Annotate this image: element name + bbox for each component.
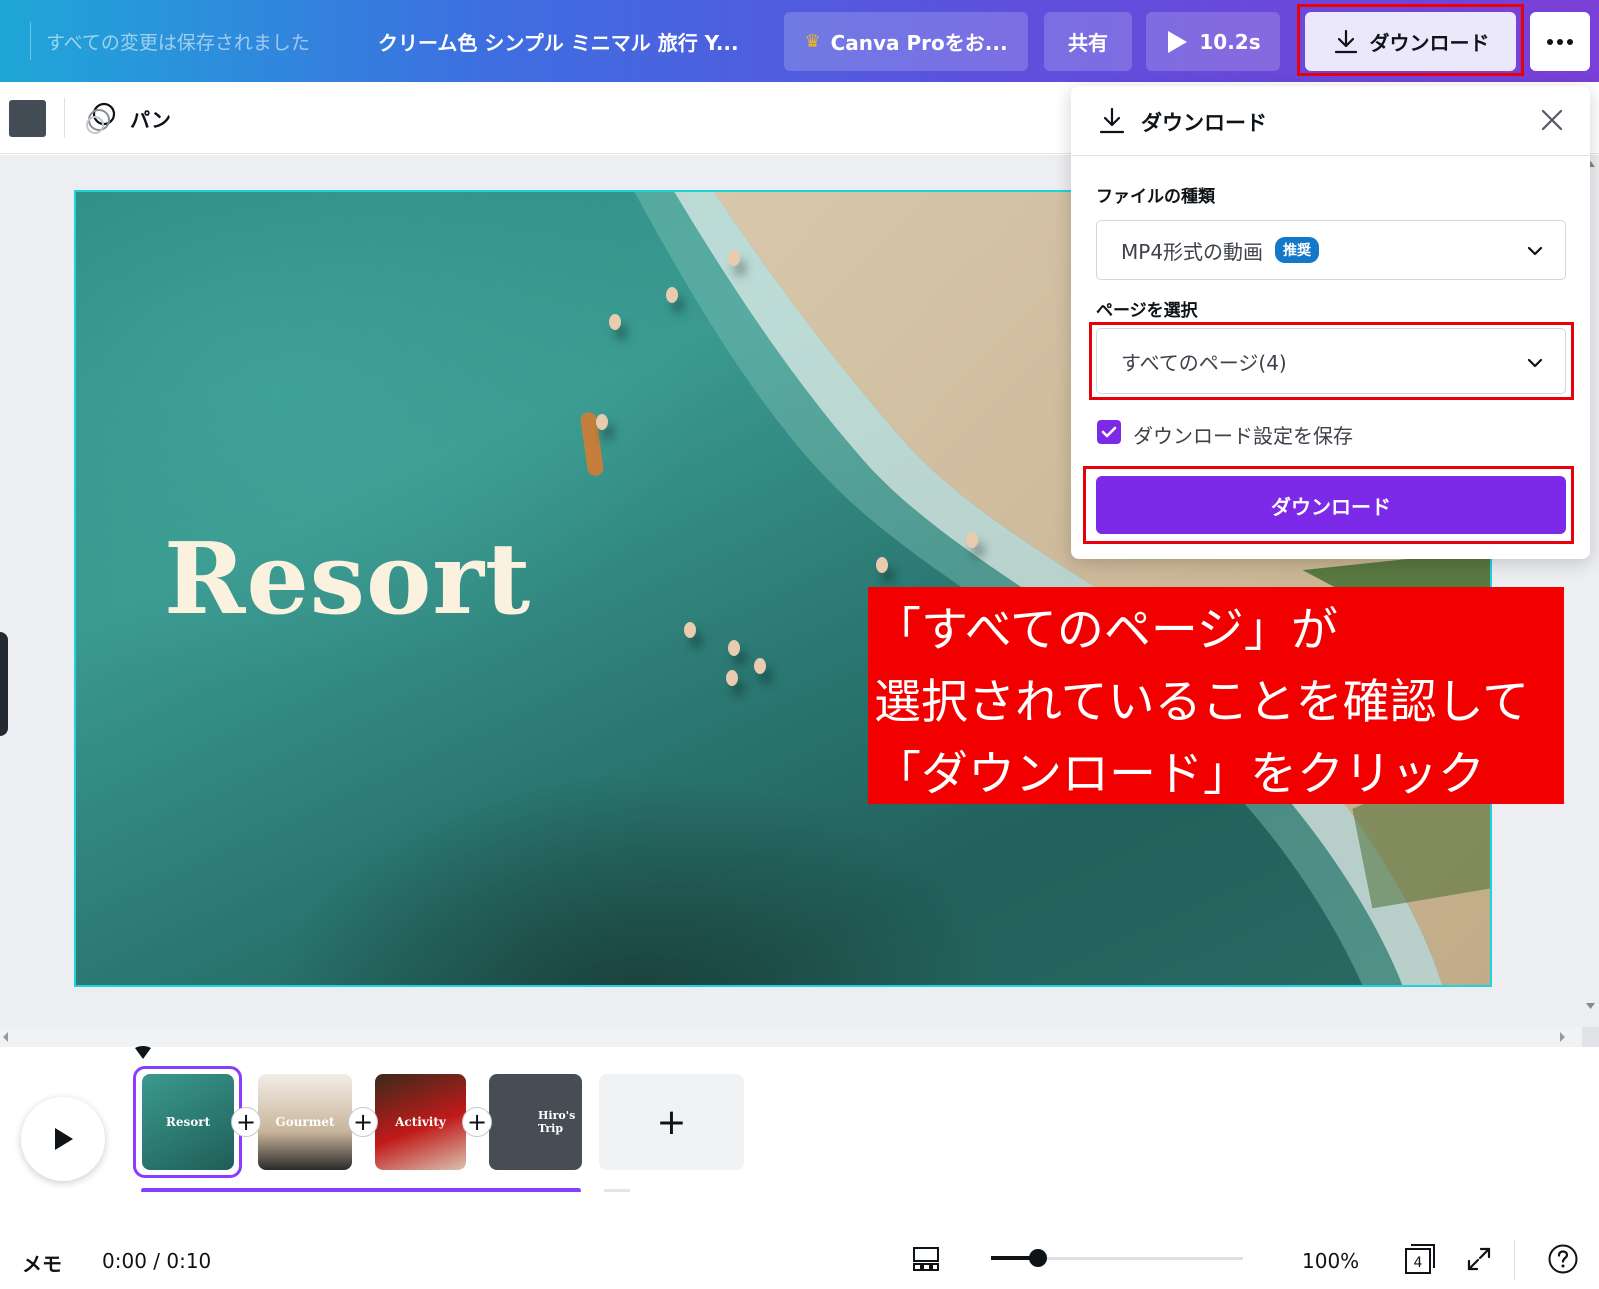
top-bar: すべての変更は保存されました クリーム色 シンプル ミニマル 旅行 Y... ♛… <box>0 0 1599 82</box>
download-submit-button[interactable]: ダウンロード <box>1096 476 1566 534</box>
fullscreen-icon[interactable] <box>1465 1245 1493 1273</box>
canvas-title-text[interactable]: Resort <box>164 522 531 637</box>
timeline-view-icon[interactable] <box>911 1245 941 1273</box>
side-panel-handle[interactable] <box>0 632 8 736</box>
thumbnail-label: Hiro's Trip <box>538 1109 576 1135</box>
page-thumbnail[interactable]: Resort <box>142 1074 234 1170</box>
person <box>728 250 740 266</box>
thumbnail-label: Activity <box>395 1115 446 1129</box>
page-count: 4 <box>1414 1255 1423 1271</box>
checkmark-icon <box>1101 426 1117 438</box>
add-transition-button[interactable]: + <box>231 1107 261 1137</box>
person <box>684 622 696 638</box>
divider <box>1514 1240 1515 1280</box>
person <box>966 532 978 548</box>
person <box>609 314 621 330</box>
page-select-label: ページを選択 <box>1096 301 1198 321</box>
more-icon <box>1547 38 1573 45</box>
crown-icon: ♛ <box>804 31 821 52</box>
add-page-button[interactable]: + <box>599 1074 744 1170</box>
file-type-label: ファイルの種類 <box>1096 187 1215 207</box>
callout-line: 「ダウンロード」をクリック <box>874 747 1485 802</box>
page-thumbnail[interactable]: Activity <box>375 1074 466 1170</box>
preview-play-button[interactable]: 10.2s <box>1146 12 1280 71</box>
play-duration: 10.2s <box>1199 29 1261 54</box>
instruction-callout: 「すべてのページ」が 選択されていることを確認して 「ダウンロード」をクリック <box>868 587 1564 804</box>
person <box>666 287 678 303</box>
download-button[interactable]: ダウンロード <box>1305 12 1516 71</box>
saved-status: すべての変更は保存されました <box>46 32 310 54</box>
download-icon <box>1334 29 1357 53</box>
play-icon <box>1168 30 1188 53</box>
zoom-slider-handle[interactable] <box>1029 1249 1047 1267</box>
download-label: ダウンロード <box>1369 31 1490 55</box>
color-swatch[interactable] <box>9 100 46 137</box>
download-panel-title: ダウンロード <box>1141 111 1267 135</box>
person <box>596 414 608 430</box>
add-transition-button[interactable]: + <box>462 1107 492 1137</box>
add-transition-button[interactable]: + <box>348 1107 378 1137</box>
timecode: 0:00 / 0:10 <box>102 1249 212 1273</box>
file-type-value: MP4形式の動画 <box>1121 239 1264 264</box>
person <box>876 557 888 573</box>
thumbnail-label: Resort <box>165 1115 211 1129</box>
page-select-value: すべてのページ(4) <box>1121 350 1287 375</box>
download-panel-header: ダウンロード <box>1071 86 1590 156</box>
pan-animation-label[interactable]: パン <box>130 104 171 133</box>
chevron-down-icon <box>1527 246 1543 256</box>
recommended-badge: 推奨 <box>1275 237 1320 263</box>
thumbnail-label: Gourmet <box>275 1115 335 1129</box>
canva-pro-button[interactable]: ♛ Canva Proをお... <box>784 12 1028 71</box>
zoom-level[interactable]: 100% <box>1302 1249 1359 1273</box>
close-icon[interactable] <box>1538 106 1566 134</box>
page-thumbnail[interactable]: Hiro's Trip <box>489 1074 582 1170</box>
timeline-play-button[interactable] <box>21 1097 105 1181</box>
bottom-bar <box>0 1192 1599 1289</box>
scroll-left-icon[interactable] <box>0 1027 12 1047</box>
callout-line: 選択されていることを確認して <box>874 675 1530 730</box>
canva-pro-label: Canva Proをお... <box>830 31 1008 55</box>
document-title[interactable]: クリーム色 シンプル ミニマル 旅行 Y... <box>378 27 739 56</box>
pages-icon[interactable]: 4 <box>1403 1242 1437 1276</box>
play-icon <box>55 1128 73 1150</box>
pan-animation-icon[interactable] <box>86 100 120 136</box>
callout-line: 「すべてのページ」が <box>874 603 1338 658</box>
divider <box>30 22 31 60</box>
file-type-select[interactable]: MP4形式の動画 推奨 <box>1096 220 1566 280</box>
scroll-right-icon[interactable] <box>1556 1027 1568 1047</box>
share-button[interactable]: 共有 <box>1044 12 1132 71</box>
share-label: 共有 <box>1068 31 1108 55</box>
more-options-button[interactable] <box>1530 12 1590 71</box>
download-icon <box>1099 107 1125 134</box>
divider <box>64 98 65 138</box>
chevron-down-icon <box>1527 358 1543 368</box>
person <box>754 658 766 674</box>
horizontal-scrollbar[interactable] <box>0 1027 1582 1047</box>
download-panel: ダウンロード ファイルの種類 MP4形式の動画 推奨 ページを選択 すべてのペー… <box>1071 86 1590 559</box>
help-icon[interactable] <box>1547 1243 1579 1275</box>
scroll-corner <box>1582 1027 1599 1047</box>
notes-button[interactable]: メモ <box>22 1248 62 1277</box>
page-select[interactable]: すべてのページ(4) <box>1096 328 1566 394</box>
playhead-marker[interactable] <box>134 1046 152 1060</box>
person <box>726 670 738 686</box>
save-settings-checkbox[interactable] <box>1097 420 1121 444</box>
save-settings-label[interactable]: ダウンロード設定を保存 <box>1133 420 1353 449</box>
person <box>728 640 740 656</box>
page-thumbnail[interactable]: Gourmet <box>258 1074 352 1170</box>
